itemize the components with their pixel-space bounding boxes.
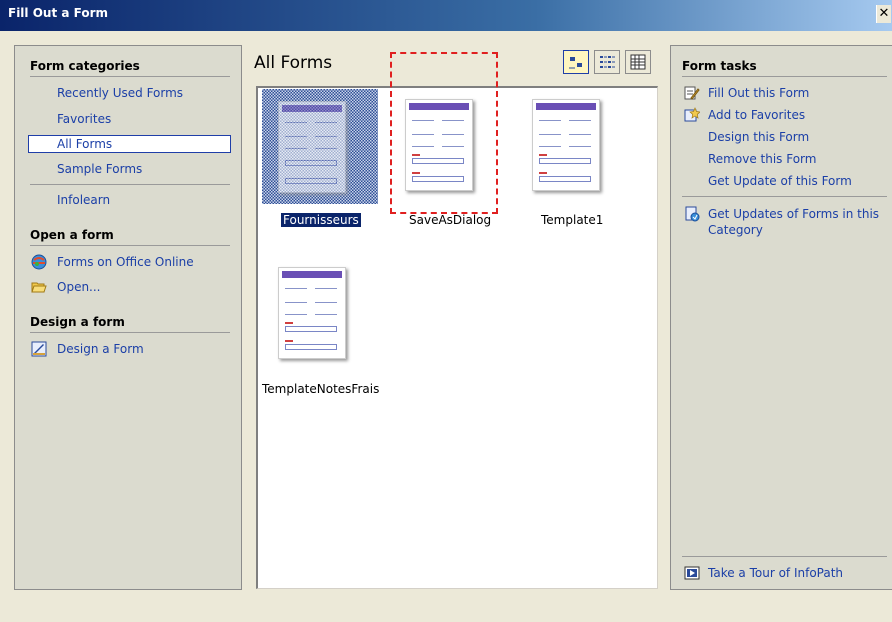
category-infolearn[interactable]: Infolearn [57,193,110,207]
large-icons-view-button[interactable] [563,50,589,74]
separator [30,245,230,246]
fill-out-icon [684,85,700,101]
remove-this-form-link[interactable]: Remove this Form [708,151,816,167]
annotation-highlight-box [390,52,498,214]
design-icon [31,341,47,357]
separator [30,184,230,185]
details-view-button[interactable] [625,50,651,74]
form-label-saveasdialog[interactable]: SaveAsDialog [409,213,491,227]
take-a-tour-link[interactable]: Take a Tour of InfoPath [708,565,843,581]
list-view-button[interactable] [594,50,620,74]
form-thumbnail-fournisseurs[interactable] [278,101,346,193]
separator [682,76,887,77]
get-update-of-this-form-link[interactable]: Get Update of this Form [708,173,852,189]
separator [30,332,230,333]
design-a-form-link[interactable]: Design a Form [57,341,144,357]
add-to-favorites-link[interactable]: Add to Favorites [708,107,805,123]
fill-out-this-form-link[interactable]: Fill Out this Form [708,85,809,101]
page-title: All Forms [254,53,333,73]
separator [682,556,887,557]
design-form-title: Design a form [30,315,125,329]
form-thumbnail-templatenotesfrais[interactable] [278,267,346,359]
category-recently-used[interactable]: Recently Used Forms [57,86,183,100]
tour-icon [684,565,700,581]
globe-icon [31,254,47,270]
form-label-templatenotesfrais[interactable]: TemplateNotesFrais [262,382,379,396]
category-sample-forms[interactable]: Sample Forms [57,162,142,176]
separator [30,76,230,77]
get-updates-line1: Get Updates of Forms in this [708,207,880,221]
favorites-icon [684,107,701,123]
open-form-title: Open a form [30,228,114,242]
form-tasks-title: Form tasks [682,59,757,73]
form-categories-title: Form categories [30,59,140,73]
get-updates-line2: Category [708,223,763,237]
update-icon [684,206,700,222]
form-label-template1[interactable]: Template1 [541,213,603,227]
window-title: Fill Out a Form [8,6,109,20]
right-panel [670,45,892,590]
category-all-forms[interactable]: All Forms [57,137,112,151]
get-updates-category-link[interactable]: Get Updates of Forms in this Category [708,206,879,238]
design-this-form-link[interactable]: Design this Form [708,129,809,145]
folder-open-icon [31,279,47,295]
category-favorites[interactable]: Favorites [57,112,111,126]
form-label-fournisseurs[interactable]: Fournisseurs [281,213,361,227]
close-icon[interactable]: ✕ [876,5,891,23]
open-link[interactable]: Open... [57,279,101,295]
title-bar: Fill Out a Form ✕ [0,0,892,31]
separator [682,196,887,197]
form-thumbnail-template1[interactable] [532,99,600,191]
forms-on-office-online-link[interactable]: Forms on Office Online [57,254,194,270]
